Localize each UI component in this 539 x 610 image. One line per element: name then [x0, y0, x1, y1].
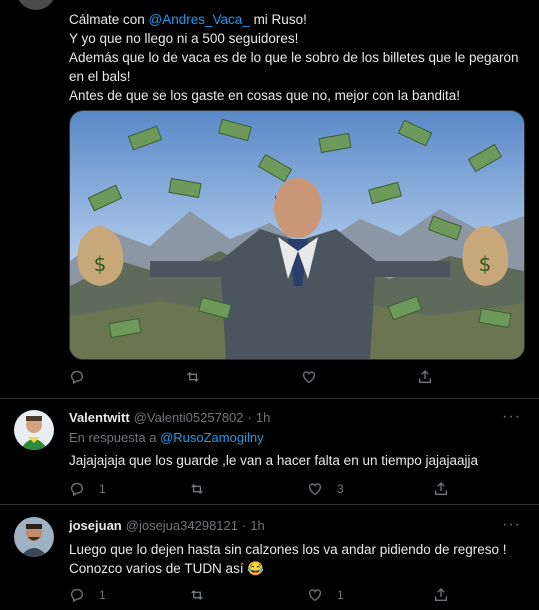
reply-text-line: Conozco varios de TUDN así: [69, 561, 244, 576]
reply-button[interactable]: 1: [69, 481, 189, 497]
tweet-media-image[interactable]: $ $: [69, 110, 525, 360]
like-icon: [309, 589, 321, 602]
reply-to-label: En respuesta a: [69, 430, 161, 445]
avatar-image: [14, 517, 54, 557]
reply-header: josejuan @josejua34298121 · 1h: [69, 518, 265, 533]
like-button[interactable]: 1: [307, 587, 433, 603]
tweet-text-segment: mi Ruso!: [249, 12, 307, 27]
mention-link[interactable]: @Andres_Vaca_: [149, 12, 250, 27]
share-icon: [435, 588, 447, 601]
main-tweet-actions: [69, 369, 433, 385]
reply-button[interactable]: [69, 369, 85, 385]
like-button[interactable]: 3: [307, 481, 433, 497]
avatar-image: [14, 410, 54, 450]
like-icon: [303, 371, 315, 384]
reply-actions: 1 1: [69, 587, 449, 603]
avatar[interactable]: [14, 410, 54, 450]
reply-text: Luego que lo dejen hasta sin calzones lo…: [69, 540, 519, 578]
like-count: 1: [337, 588, 344, 602]
reply-count: 1: [99, 482, 106, 496]
reply-header: Valentwitt @Valenti05257802 · 1h: [69, 410, 270, 425]
tweet-line: Y yo que no llego ni a 500 seguidores!: [69, 31, 299, 46]
username[interactable]: @josejua34298121: [126, 518, 238, 533]
tweet-line: Además que lo de vaca es de lo que le so…: [69, 50, 519, 84]
more-icon[interactable]: ···: [502, 516, 521, 534]
separator-dot: ·: [247, 410, 252, 425]
reply-text-line: Luego que lo dejen hasta sin calzones lo…: [69, 542, 507, 557]
retweet-button[interactable]: [189, 481, 307, 497]
timestamp[interactable]: 1h: [256, 410, 270, 425]
reply-count: 1: [99, 588, 106, 602]
author-avatar[interactable]: [16, 0, 56, 10]
reply-icon: [71, 589, 83, 603]
share-button[interactable]: [433, 481, 449, 497]
share-icon: [435, 482, 447, 495]
reply-tweet[interactable]: Valentwitt @Valenti05257802 · 1h ··· En …: [0, 399, 539, 504]
reply-icon: [71, 371, 83, 385]
reply-actions: 1 3: [69, 481, 449, 497]
avatar[interactable]: [14, 517, 54, 557]
more-icon[interactable]: ···: [502, 408, 521, 426]
share-button[interactable]: [433, 587, 449, 603]
tweet-body: Cálmate con @Andres_Vaca_ mi Ruso! Y yo …: [69, 10, 525, 105]
tweet-text-segment: Cálmate con: [69, 12, 149, 27]
tweet-line: Antes de que se los gaste en cosas que n…: [69, 88, 461, 103]
reply-tweet[interactable]: josejuan @josejua34298121 · 1h ··· Luego…: [0, 505, 539, 610]
like-button[interactable]: [301, 369, 317, 385]
reply-text: Jajajajaja que los guarde ,le van a hace…: [69, 453, 479, 468]
retweet-icon: [187, 372, 199, 382]
reply-to-mention[interactable]: @RusoZamogilny: [160, 430, 264, 445]
retweet-button[interactable]: [185, 369, 201, 385]
retweet-icon: [191, 590, 203, 600]
money-rain-illustration: $ $: [70, 111, 524, 359]
username[interactable]: @Valenti05257802: [134, 410, 244, 425]
reply-to-line: En respuesta a @RusoZamogilny: [69, 430, 264, 445]
display-name[interactable]: Valentwitt: [69, 410, 130, 425]
svg-text:$: $: [479, 252, 492, 276]
display-name[interactable]: josejuan: [69, 518, 122, 533]
main-tweet: Cálmate con @Andres_Vaca_ mi Ruso! Y yo …: [69, 10, 525, 105]
share-button[interactable]: [417, 369, 433, 385]
retweet-icon: [191, 484, 203, 494]
share-icon: [419, 370, 431, 383]
separator-dot: ·: [241, 518, 247, 533]
like-count: 3: [337, 482, 344, 496]
like-icon: [309, 483, 321, 496]
reply-icon: [71, 483, 83, 497]
svg-text:$: $: [94, 252, 107, 276]
retweet-button[interactable]: [189, 587, 307, 603]
laughing-emoji-icon: 😂: [247, 561, 265, 576]
timestamp[interactable]: 1h: [250, 518, 264, 533]
reply-button[interactable]: 1: [69, 587, 189, 603]
